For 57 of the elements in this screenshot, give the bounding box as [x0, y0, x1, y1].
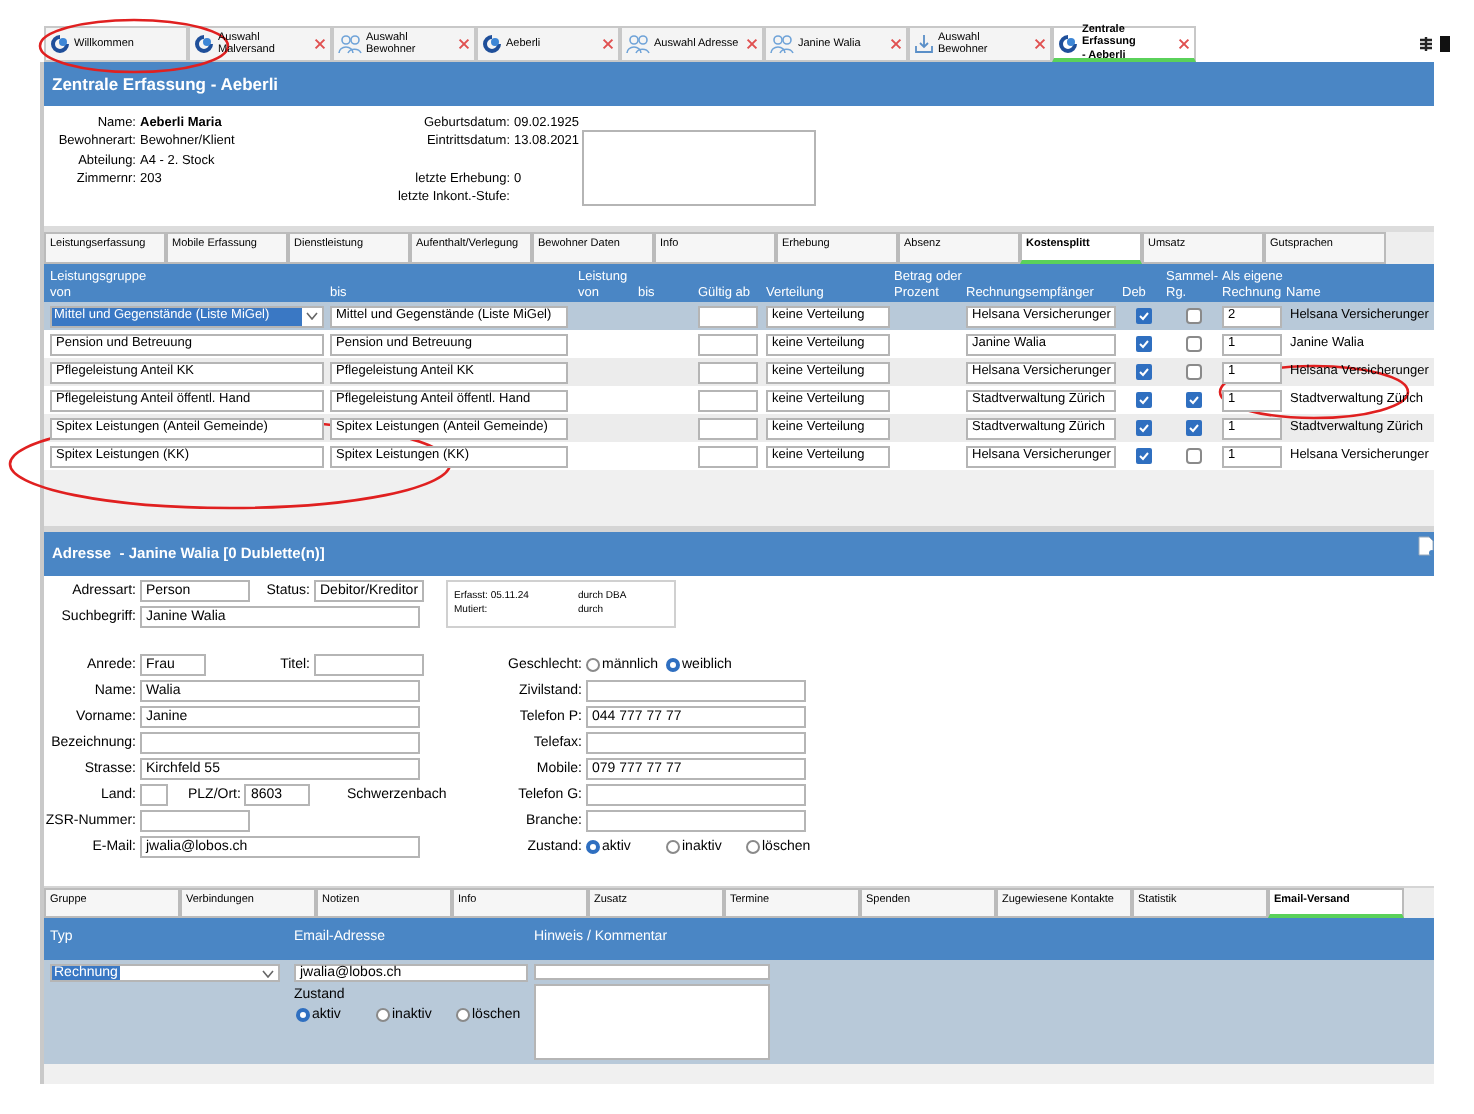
radio-button[interactable] — [296, 1008, 310, 1022]
radio-button[interactable] — [666, 840, 680, 854]
radio-button[interactable] — [666, 658, 680, 672]
close-icon[interactable] — [602, 38, 614, 50]
layers-icon[interactable] — [1418, 36, 1434, 52]
close-icon[interactable] — [1178, 37, 1190, 49]
checkbox[interactable] — [1186, 448, 1202, 464]
checkbox[interactable] — [1136, 308, 1152, 324]
people-icon — [770, 34, 794, 54]
checkbox[interactable] — [1186, 392, 1202, 408]
radio-button[interactable] — [456, 1008, 470, 1022]
swirl-icon — [194, 34, 214, 54]
close-icon[interactable] — [1034, 38, 1046, 50]
input-field[interactable] — [698, 361, 758, 383]
input-field[interactable] — [698, 445, 758, 467]
checkbox[interactable] — [1186, 308, 1202, 324]
input-field[interactable] — [698, 333, 758, 355]
input-field[interactable] — [586, 680, 806, 702]
swirl-icon — [1058, 33, 1078, 53]
input-field[interactable] — [140, 732, 420, 754]
input-field[interactable] — [586, 810, 806, 832]
close-icon[interactable] — [458, 38, 470, 50]
input-field[interactable] — [698, 417, 758, 439]
checkbox[interactable] — [1136, 392, 1152, 408]
swirl-icon — [482, 34, 502, 54]
checkbox[interactable] — [1136, 448, 1152, 464]
chevron-down-icon[interactable] — [306, 312, 318, 320]
checkbox[interactable] — [1186, 336, 1202, 352]
text-area[interactable] — [582, 130, 816, 206]
radio-button[interactable] — [746, 840, 760, 854]
people-icon — [626, 34, 650, 54]
people-icon — [338, 34, 362, 54]
radio-button[interactable] — [586, 840, 600, 854]
input-field[interactable] — [140, 784, 168, 806]
header-title: Zentrale Erfassung - Aeberli — [44, 62, 1434, 106]
input-field[interactable] — [534, 964, 770, 980]
radio-button[interactable] — [376, 1008, 390, 1022]
close-icon[interactable] — [314, 38, 326, 50]
checkbox[interactable] — [1186, 364, 1202, 380]
text-area[interactable] — [534, 984, 770, 1060]
checkbox[interactable] — [1136, 420, 1152, 436]
input-field[interactable] — [698, 389, 758, 411]
input-field[interactable] — [140, 810, 250, 832]
checkbox[interactable] — [1186, 420, 1202, 436]
radio-button[interactable] — [586, 658, 600, 672]
checkbox[interactable] — [1136, 336, 1152, 352]
chevron-down-icon[interactable] — [262, 969, 274, 977]
document-icon[interactable] — [1418, 536, 1434, 556]
input-field[interactable] — [586, 732, 806, 754]
input-field[interactable] — [586, 784, 806, 806]
arrow-down-icon — [914, 34, 934, 54]
close-icon[interactable] — [890, 38, 902, 50]
swirl-icon — [50, 34, 70, 54]
input-field[interactable] — [314, 654, 424, 676]
close-icon[interactable] — [746, 38, 758, 50]
input-field[interactable] — [698, 305, 758, 327]
checkbox[interactable] — [1136, 364, 1152, 380]
